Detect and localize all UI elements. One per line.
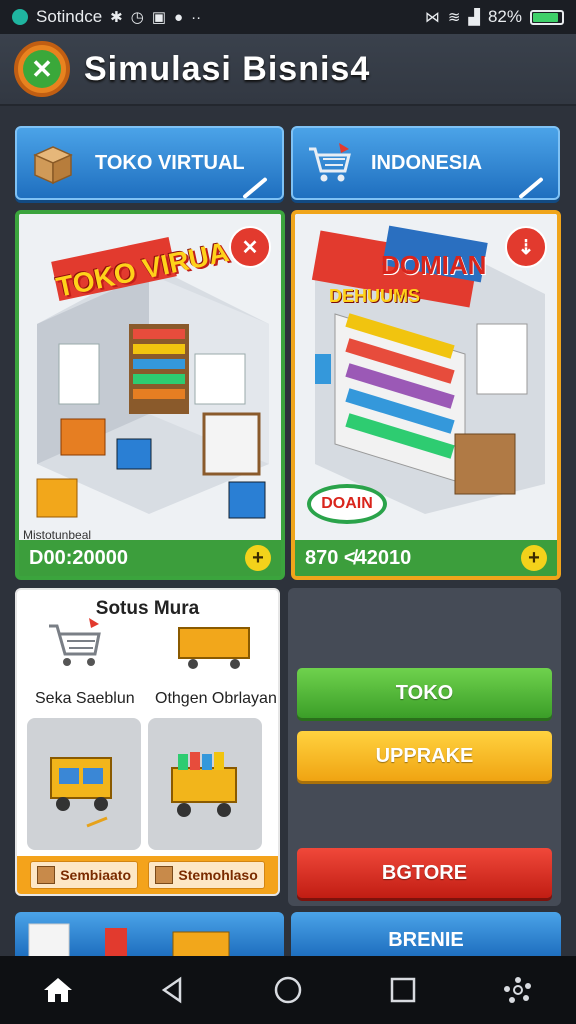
battery-percent: 82% bbox=[487, 7, 522, 26]
clock-icon: ◷ bbox=[130, 9, 144, 26]
store-illustration: TOKO VIRUA Mistotunbeal ✕ bbox=[19, 214, 281, 544]
status-bar-right: ⋈ ≋ ▟ 82% bbox=[425, 7, 564, 27]
store-illustration: DOMIAN DEHUUMS DOAIN ⇣ bbox=[295, 214, 557, 544]
store-price: 870 ≮42010 bbox=[305, 546, 412, 569]
footer-chip-label: Sembiaato bbox=[60, 867, 132, 883]
price-bar: D00:20000 + bbox=[19, 540, 281, 576]
tab-indonesia[interactable]: INDONESIA bbox=[291, 126, 560, 200]
footer-chip-label: Stemohlaso bbox=[178, 867, 258, 883]
store-card-virtual[interactable]: TOKO VIRUA Mistotunbeal ✕ D00:20000 + bbox=[15, 210, 285, 580]
status-bar-left: Sotindce ✱ ◷ ▣ ● ·· bbox=[12, 7, 201, 27]
box-icon bbox=[33, 146, 73, 185]
add-icon[interactable]: + bbox=[245, 545, 271, 571]
app-header: ✕ Simulasi Bisnis4 bbox=[0, 34, 576, 106]
store-button[interactable]: BGTORE bbox=[297, 848, 552, 898]
next-card-right[interactable]: BRENIE bbox=[291, 912, 561, 956]
tab-label: TOKO VIRTUAL bbox=[95, 151, 245, 174]
shopping-cart-icon[interactable] bbox=[45, 614, 105, 674]
truck-icon bbox=[50, 757, 112, 828]
home-circle-icon[interactable] bbox=[268, 970, 308, 1010]
add-icon[interactable]: + bbox=[521, 545, 547, 571]
item-icons bbox=[28, 923, 230, 956]
next-card-left[interactable] bbox=[15, 912, 284, 956]
panel-right-label: Othgen Obrlayan bbox=[155, 690, 277, 707]
bluetooth-icon: ✱ bbox=[110, 9, 123, 26]
store-sign: DOMIAN bbox=[381, 250, 487, 280]
delivery-cart-icon[interactable] bbox=[175, 622, 255, 672]
store-oval-label: DOAIN bbox=[307, 484, 387, 524]
status-bar: Sotindce ✱ ◷ ▣ ● ·· ⋈ ≋ ▟ 82% bbox=[0, 0, 576, 34]
signal-icon: ▟ bbox=[468, 9, 480, 26]
home-icon[interactable] bbox=[38, 970, 78, 1010]
store-sub-sign: DEHUUMS bbox=[329, 286, 421, 306]
app-title: Simulasi Bisnis4 bbox=[84, 49, 371, 88]
stamp-icon bbox=[155, 866, 174, 884]
panel-left-label: Seka Saeblun bbox=[35, 690, 135, 707]
app-status-icon bbox=[12, 9, 28, 25]
stamp-icon bbox=[37, 866, 56, 884]
cart-icon bbox=[309, 143, 351, 182]
battery-icon bbox=[530, 9, 564, 25]
close-badge-icon[interactable]: ✕ bbox=[229, 226, 271, 268]
navigation-bar bbox=[0, 956, 576, 1024]
battery-fill bbox=[533, 12, 558, 22]
edit-icon bbox=[242, 176, 268, 200]
panel-footer: Sembiaato Stemohlaso bbox=[17, 856, 278, 894]
wifi-icon: ≋ bbox=[447, 9, 461, 26]
upgrade-tile-cart[interactable] bbox=[148, 718, 262, 850]
app-logo[interactable]: ✕ bbox=[14, 41, 70, 97]
assistant-icon[interactable] bbox=[498, 970, 538, 1010]
info-badge-icon[interactable]: ⇣ bbox=[505, 226, 547, 268]
image-icon: ▣ bbox=[151, 9, 167, 26]
more-icon: ·· bbox=[191, 8, 202, 26]
back-icon[interactable] bbox=[153, 970, 193, 1010]
recents-icon[interactable] bbox=[383, 970, 423, 1010]
upgrade-tile-truck[interactable] bbox=[27, 718, 141, 850]
edit-icon bbox=[518, 176, 544, 200]
toko-button[interactable]: TOKO bbox=[297, 668, 552, 718]
food-cart-icon bbox=[171, 752, 237, 817]
status-app-name: Sotindce bbox=[36, 7, 103, 26]
upgrade-button[interactable]: UPPRAKE bbox=[297, 731, 552, 781]
message-icon: ● bbox=[174, 8, 184, 26]
feature-panel: Sotus Mura Seka Saeblun Othgen Obrlayan bbox=[15, 588, 280, 896]
vibrate-icon: ⋈ bbox=[424, 9, 440, 26]
tab-label: INDONESIA bbox=[371, 151, 483, 174]
footer-chip-left[interactable]: Sembiaato bbox=[30, 861, 139, 889]
footer-chip-right[interactable]: Stemohlaso bbox=[148, 861, 265, 889]
app-screen: Sotindce ✱ ◷ ▣ ● ·· ⋈ ≋ ▟ 82% ✕ Simulasi… bbox=[0, 0, 576, 1024]
store-price: D00:20000 bbox=[29, 546, 128, 569]
logo-x-icon: ✕ bbox=[23, 50, 61, 88]
price-bar: 870 ≮42010 + bbox=[295, 540, 557, 576]
store-card-indonesia[interactable]: DOMIAN DEHUUMS DOAIN ⇣ 870 ≮42010 + bbox=[291, 210, 561, 580]
action-panel: TOKO UPPRAKE BGTORE bbox=[288, 588, 561, 906]
tab-toko-virtual[interactable]: TOKO VIRTUAL bbox=[15, 126, 284, 200]
